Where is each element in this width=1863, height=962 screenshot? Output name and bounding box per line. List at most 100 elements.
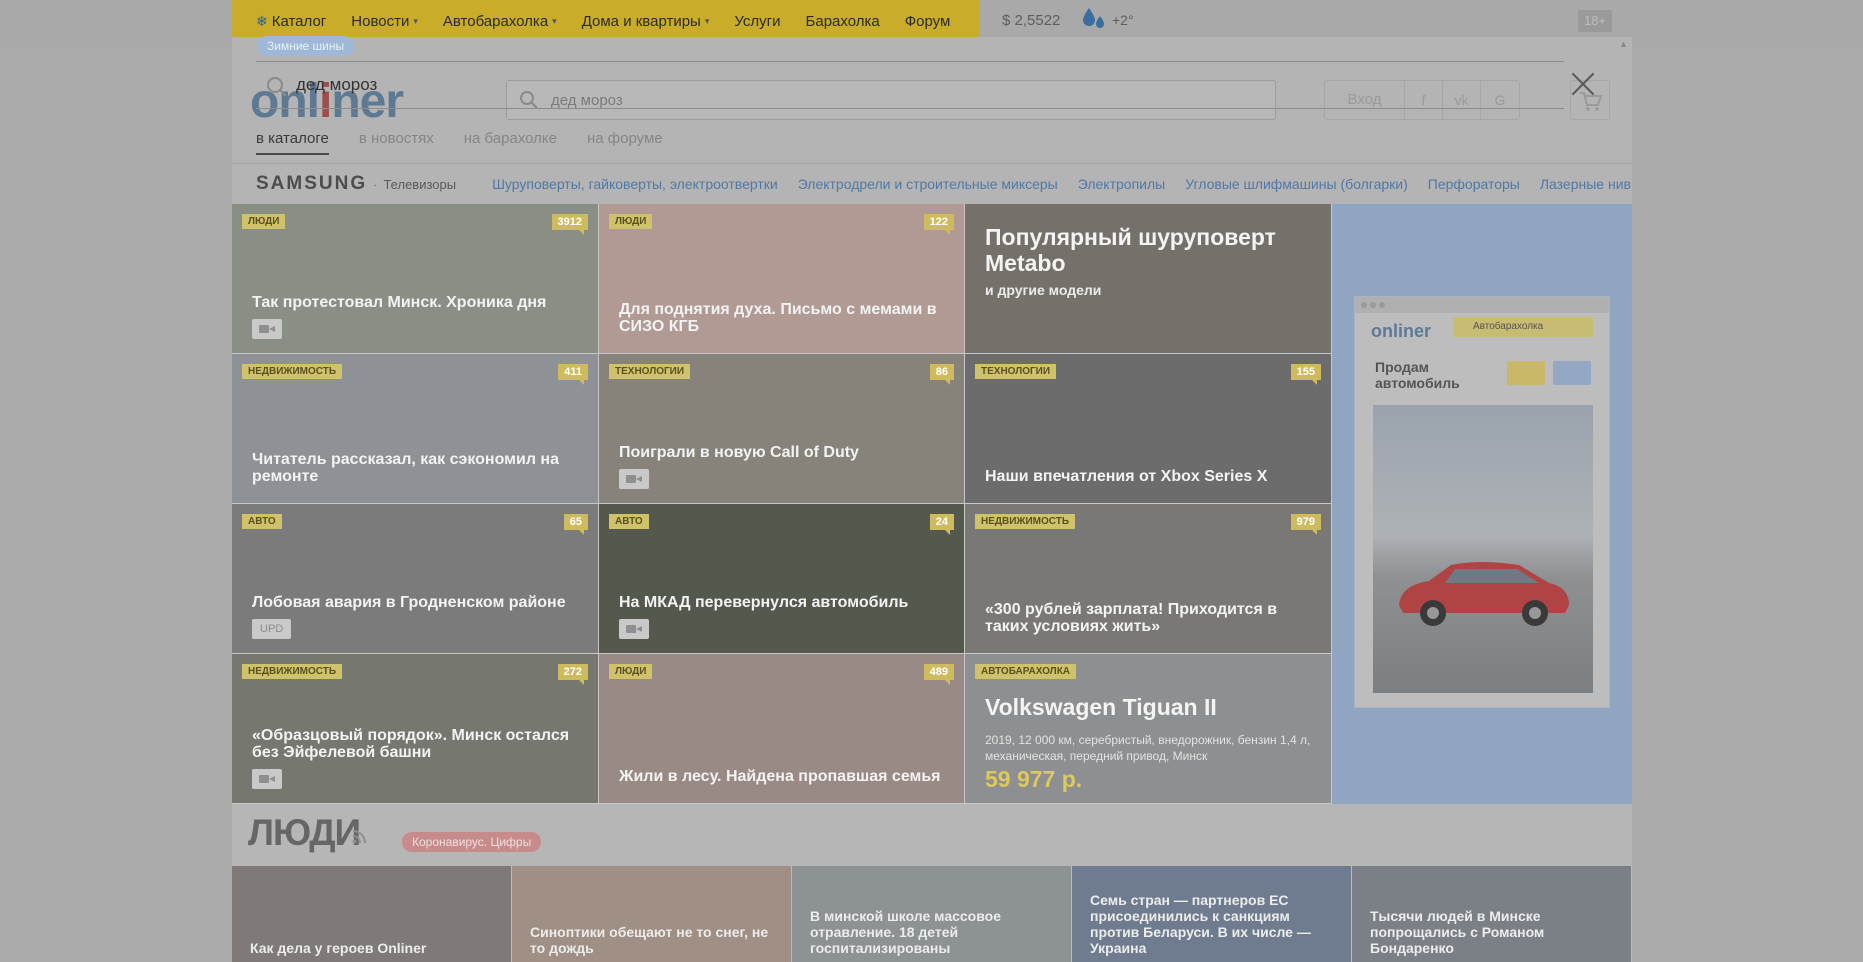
quick-links-list: Шуруповерты, гайковерты, электроотвертки… <box>492 176 1632 192</box>
quick-link[interactable]: Угловые шлифмашины (болгарки) <box>1185 176 1408 192</box>
search-icon <box>267 77 287 97</box>
quick-link[interactable]: Шуруповерты, гайковерты, электроотвертки <box>492 176 778 192</box>
quick-link[interactable]: Перфораторы <box>1428 176 1520 192</box>
news-title: Для поднятия духа. Письмо с мемами в СИЗ… <box>619 301 937 335</box>
comment-count: 3912 <box>551 214 588 235</box>
nav-item-label: Автобарахолка <box>442 13 549 30</box>
news-tile[interactable]: Как дела у героев Onliner <box>232 866 512 962</box>
chevron-up-icon: ▲ <box>1619 39 1628 49</box>
comment-count: 272 <box>557 664 588 685</box>
chevron-down-icon: ▾ <box>552 16 557 26</box>
promo-title: Популярный шуруповерт Metabo <box>985 224 1276 276</box>
news-title: Как дела у героев Onliner <box>250 940 427 956</box>
rubric-badge: Технологии <box>609 364 691 379</box>
ad-browser-bar <box>1355 297 1609 313</box>
comment-count: 155 <box>1290 364 1321 385</box>
nav-item-label: Барахолка <box>805 13 880 30</box>
ad-banner[interactable]: onliner Автобарахолка Продам автомобиль <box>1354 296 1610 708</box>
news-title: Синоптики обещают не то снег, не то дожд… <box>530 924 769 956</box>
news-title: «Образцовый порядок». Минск остался без … <box>252 727 570 761</box>
nav-item[interactable]: Услуги <box>734 13 780 30</box>
video-icon <box>619 619 649 639</box>
search-tab[interactable]: на барахолке <box>464 130 557 155</box>
video-icon <box>252 319 282 339</box>
car-description: 2019, 12 000 км, серебристый, внедорожни… <box>985 733 1311 763</box>
news-title: Лобовая авария в Гродненском районе <box>252 594 566 611</box>
news-title: Наши впечатления от Xbox Series X <box>985 468 1268 485</box>
news-title: Читатель рассказал, как сэкономил на рем… <box>252 451 559 485</box>
brand-logo[interactable]: SAMSUNG <box>256 173 367 195</box>
close-icon[interactable] <box>1570 71 1596 97</box>
rubric-badge: Авто <box>242 514 282 529</box>
age-badge: 18+ <box>1578 10 1612 32</box>
nav-item[interactable]: Дома и квартиры ▾ <box>582 13 710 30</box>
section-title[interactable]: ЛЮДИ <box>248 812 361 854</box>
rubric-badge: Люди <box>609 214 653 229</box>
ad-tab: Автобарахолка <box>1453 317 1593 337</box>
corona-tag[interactable]: Коронавирус. Цифры <box>402 832 542 852</box>
comment-count: 979 <box>1290 514 1321 535</box>
ad-heading: Продам автомобиль <box>1375 359 1460 391</box>
quick-link[interactable]: Электродрели и строительные миксеры <box>798 176 1058 192</box>
quick-link[interactable]: Лазерные нив <box>1540 176 1631 192</box>
news-tile[interactable]: Авто 24 На МКАД перевернулся автомобиль <box>599 504 965 654</box>
rubric-badge: Недвижимость <box>242 664 343 679</box>
rubric-badge: Технологии <box>975 364 1057 379</box>
promo-tile[interactable]: Популярный шуруповерт Metabo и другие мод… <box>965 204 1332 354</box>
people-section-header: ЛЮДИ Коронавирус. Цифры <box>232 804 1632 869</box>
search-tab[interactable]: в новостях <box>359 130 434 155</box>
news-tile[interactable]: Технологии 155 Наши впечатления от Xbox Se… <box>965 354 1332 504</box>
comment-count: 86 <box>929 364 954 385</box>
nav-item[interactable]: ❄ Каталог <box>256 13 326 30</box>
comment-count: 122 <box>923 214 954 235</box>
video-icon <box>619 469 649 489</box>
news-title: Поиграли в новую Call of Duty <box>619 444 859 461</box>
rss-icon[interactable] <box>352 830 366 844</box>
rubric-badge: Недвижимость <box>242 364 343 379</box>
divider <box>232 163 1632 164</box>
ad-logo: onliner <box>1371 321 1432 341</box>
nav-item-label: Дома и квартиры <box>581 13 701 30</box>
news-tile[interactable]: Синоптики обещают не то снег, не то дожд… <box>512 866 792 962</box>
comment-count: 489 <box>923 664 954 685</box>
nav-item[interactable]: Автобарахолка ▾ <box>443 13 557 30</box>
currency-rate[interactable]: $ 2,5522 <box>1002 12 1060 29</box>
nav-item[interactable]: Форум <box>905 13 951 30</box>
quick-link[interactable]: Электропилы <box>1078 176 1165 192</box>
rubric-badge: Люди <box>609 664 653 679</box>
search-tab[interactable]: в каталоге <box>256 130 329 155</box>
nav-item-label: Услуги <box>734 13 781 30</box>
update-badge: UPD <box>252 619 292 639</box>
car-price: 59 977 р. <box>985 766 1083 792</box>
rain-icon <box>1083 8 1104 28</box>
search-input[interactable] <box>296 70 896 100</box>
nav-item[interactable]: Новости ▾ <box>351 13 418 30</box>
weather-widget[interactable]: +2° <box>1080 6 1134 34</box>
nav-item-label: Форум <box>904 13 951 30</box>
comment-count: 24 <box>929 514 954 535</box>
news-tile[interactable]: В минской школе массовое отравление. 18 … <box>792 866 1072 962</box>
search-suggestion-tag[interactable]: Зимние шины <box>257 36 355 56</box>
nav-item[interactable]: Барахолка <box>806 13 880 30</box>
ad-camera-button <box>1507 361 1545 385</box>
news-title: В минской школе массовое отравление. 18 … <box>810 908 1001 956</box>
news-tile[interactable]: Недвижимость 272 «Образцовый порядок». Мин… <box>232 654 599 804</box>
news-title: Семь стран — партнеров ЕС присоединились… <box>1090 892 1311 956</box>
news-tile[interactable]: Люди 122 Для поднятия духа. Письмо с мемам… <box>599 204 965 354</box>
news-tile[interactable]: Недвижимость 411 Читатель рассказал, как с… <box>232 354 599 504</box>
news-tile[interactable]: Люди 489 Жили в лесу. Найдена пропавшая се… <box>599 654 965 804</box>
temperature: +2° <box>1112 12 1134 28</box>
chevron-down-icon: ▾ <box>704 16 710 26</box>
news-tile[interactable]: Авто 65 Лобовая авария в Гродненском район… <box>232 504 599 654</box>
news-title: Тысячи людей в Минске попрощались с Рома… <box>1370 908 1545 956</box>
search-tab[interactable]: на форуме <box>587 130 663 155</box>
news-tile[interactable]: Семь стран — партнеров ЕС присоединились… <box>1072 866 1352 962</box>
snowflake-icon: ❄ <box>256 13 268 29</box>
car-ad-tile[interactable]: Автобарахолка Volkswagen Tiguan II 2019, 1… <box>965 654 1332 804</box>
news-tile[interactable]: Технологии 86 Поиграли в новую Call of Dut… <box>599 354 965 504</box>
news-tile[interactable]: Недвижимость 979 «300 рублей зарплата! При… <box>965 504 1332 654</box>
brand-category[interactable]: Телевизоры <box>373 177 456 192</box>
news-tile[interactable]: Люди 3912 Так протестовал Минск. Хроника д… <box>232 204 599 354</box>
news-tile[interactable]: Тысячи людей в Минске попрощались с Рома… <box>1352 866 1632 962</box>
nav-item-label: Новости <box>351 13 410 30</box>
